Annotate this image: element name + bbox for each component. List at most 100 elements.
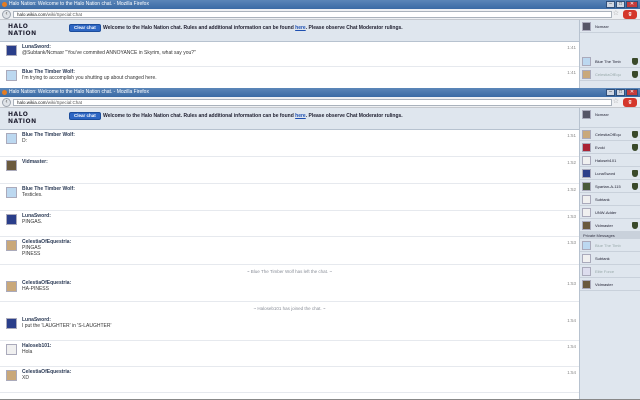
user-name: CelestiaOfEqu bbox=[595, 72, 621, 77]
private-message-item[interactable]: Vidmaster bbox=[580, 278, 640, 291]
message-time: 1:54 bbox=[567, 370, 576, 375]
chat-message: Vidmaster: 1:52 bbox=[0, 157, 579, 184]
welcome-message: Welcome to the Halo Nation chat. Rules a… bbox=[103, 24, 403, 32]
user-name: Vidmaster bbox=[595, 282, 613, 287]
private-message-item[interactable]: Elite Force bbox=[580, 265, 640, 278]
welcome-message: Welcome to the Halo Nation chat. Rules a… bbox=[103, 112, 403, 120]
message-author[interactable]: Blue The Timber Wolf: bbox=[22, 184, 579, 192]
moderator-badge-icon bbox=[632, 183, 638, 190]
user-name: Ncmaxr bbox=[595, 24, 609, 29]
avatar bbox=[582, 57, 591, 66]
close-button[interactable]: ✕ bbox=[626, 1, 638, 8]
title-bar[interactable]: Halo Nation: Welcome to the Halo Nation … bbox=[0, 88, 640, 97]
message-text: I put the 'LAUGHTER' in 'S-LAUGHTER' bbox=[22, 323, 112, 329]
message-text: HA-PINESS bbox=[22, 286, 49, 292]
firefox-icon bbox=[2, 2, 7, 7]
welcome-text: Welcome to the Halo Nation chat. Rules a… bbox=[103, 113, 294, 119]
url-path: /wiki/Special:Chat bbox=[46, 12, 83, 17]
url-path: /wiki/Special:Chat bbox=[46, 100, 83, 105]
user-list-item[interactable]: Ncmaxr bbox=[580, 20, 640, 33]
message-author[interactable]: Blue The Timber Wolf: bbox=[22, 67, 579, 75]
minimize-button[interactable]: – bbox=[606, 1, 615, 8]
clear-chat-button[interactable]: Clear chat bbox=[69, 24, 101, 32]
private-message-item[interactable]: Blue The Timb bbox=[580, 239, 640, 252]
user-name: Blue The Timb bbox=[595, 243, 621, 248]
message-author[interactable]: LunaSword: bbox=[22, 42, 579, 50]
minimize-button[interactable]: – bbox=[606, 89, 615, 96]
close-button[interactable]: ✕ bbox=[626, 89, 638, 96]
user-list-item[interactable]: Subtank bbox=[580, 193, 640, 206]
url-bar[interactable]: halo.wikia.com/wiki/Special:Chat bbox=[13, 99, 612, 106]
search-engine-icon[interactable]: g bbox=[623, 98, 637, 107]
back-icon[interactable]: ‹ bbox=[2, 10, 11, 19]
message-time: 1:53 bbox=[567, 240, 576, 245]
welcome-suffix: . Please observe Chat Moderator rulings. bbox=[305, 25, 403, 31]
user-list-item-self[interactable]: Ncmaxr bbox=[580, 108, 640, 128]
avatar bbox=[582, 195, 591, 204]
chat-log: LunaSword: @Subtank/Ncmaxr "You've commi… bbox=[0, 42, 579, 89]
user-list-item[interactable]: Vidmaster bbox=[580, 219, 640, 232]
user-list-item[interactable]: Blue The Timb bbox=[580, 55, 640, 68]
message-author[interactable]: LunaSword: bbox=[22, 315, 579, 323]
maximize-button[interactable]: □ bbox=[616, 89, 625, 96]
avatar bbox=[582, 182, 591, 191]
avatar bbox=[6, 45, 17, 56]
welcome-suffix: . Please observe Chat Moderator rulings. bbox=[305, 113, 403, 119]
moderator-badge-icon bbox=[632, 131, 638, 138]
rules-link[interactable]: here bbox=[295, 113, 306, 119]
halo-nation-logo: HALO NATION bbox=[8, 23, 37, 37]
rules-link[interactable]: here bbox=[295, 25, 306, 31]
message-author[interactable]: CelestiaOfEquestria: bbox=[22, 237, 579, 245]
user-list-item[interactable]: Spartan-A-115 bbox=[580, 180, 640, 193]
user-list-item[interactable]: Evoki bbox=[580, 141, 640, 154]
avatar bbox=[582, 130, 591, 139]
message-text: D: bbox=[22, 138, 27, 144]
message-author[interactable]: CelestiaOfEquestria: bbox=[22, 278, 579, 286]
chat-message: Blue The Timber Wolf: D: 1:51 bbox=[0, 130, 579, 157]
user-list-item[interactable]: LunaSword bbox=[580, 167, 640, 180]
maximize-button[interactable]: □ bbox=[616, 1, 625, 8]
message-author[interactable]: Blue The Timber Wolf: bbox=[22, 130, 579, 138]
message-author[interactable]: CelestiaOfEquestria: bbox=[22, 367, 579, 375]
avatar bbox=[582, 169, 591, 178]
avatar bbox=[6, 160, 17, 171]
window-title: Halo Nation: Welcome to the Halo Nation … bbox=[9, 1, 149, 7]
bookmark-star-icon[interactable]: ☆ bbox=[613, 98, 619, 106]
moderator-badge-icon bbox=[632, 58, 638, 65]
message-author[interactable]: Haloseb101: bbox=[22, 341, 579, 349]
avatar bbox=[6, 70, 17, 81]
chat-message: Haloseb101: Hola 1:54 bbox=[0, 341, 579, 367]
avatar bbox=[6, 240, 17, 251]
navigation-bar: ‹ halo.wikia.com/wiki/Special:Chat ☆ g bbox=[0, 97, 640, 108]
title-bar[interactable]: Halo Nation: Welcome to the Halo Nation … bbox=[0, 0, 640, 9]
avatar bbox=[582, 280, 591, 289]
user-list-item[interactable]: CelestiaOfEqu bbox=[580, 128, 640, 141]
message-time: 1:51 bbox=[567, 133, 576, 138]
private-message-item[interactable]: Subtank bbox=[580, 252, 640, 265]
avatar bbox=[582, 110, 591, 119]
url-bar[interactable]: halo.wikia.com/wiki/Special:Chat bbox=[13, 11, 612, 18]
user-list: Ncmaxr Blue The Timb CelestiaOfEqu bbox=[579, 20, 640, 89]
back-icon[interactable]: ‹ bbox=[2, 98, 11, 107]
chat-inline-alert: ~ Blue The Timber Wolf has left the chat… bbox=[246, 269, 333, 274]
message-text: I'm trying to accomplish you shutting up… bbox=[22, 75, 157, 81]
avatar bbox=[6, 214, 17, 225]
user-list-item[interactable]: Haloseb101 bbox=[580, 154, 640, 167]
message-text: @Subtank/Ncmaxr "You've commited ANNOYAN… bbox=[22, 50, 196, 56]
chat-log: Blue The Timber Wolf: D: 1:51 Vidmaster:… bbox=[0, 130, 579, 399]
avatar bbox=[582, 267, 591, 276]
moderator-badge-icon bbox=[632, 222, 638, 229]
clear-chat-button[interactable]: Clear chat bbox=[69, 112, 101, 120]
message-author[interactable]: LunaSword: bbox=[22, 211, 579, 219]
user-list-item[interactable]: CelestiaOfEqu bbox=[580, 68, 640, 81]
chat-inline-alert: ~ Haloseb101 has joined the chat. ~ bbox=[253, 306, 326, 311]
message-author[interactable]: Vidmaster: bbox=[22, 157, 579, 165]
avatar bbox=[6, 370, 17, 381]
avatar bbox=[582, 70, 591, 79]
bookmark-star-icon[interactable]: ☆ bbox=[613, 10, 619, 18]
message-time: 1:54 bbox=[567, 344, 576, 349]
search-engine-icon[interactable]: g bbox=[623, 10, 637, 19]
user-list-item[interactable]: UNW-Adder bbox=[580, 206, 640, 219]
avatar bbox=[582, 156, 591, 165]
chat-message: LunaSword: @Subtank/Ncmaxr "You've commi… bbox=[0, 42, 579, 67]
